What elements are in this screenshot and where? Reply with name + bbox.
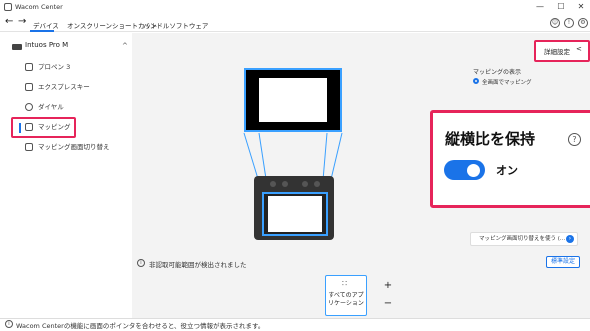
aspect-ratio-highlight-box: [430, 110, 590, 208]
arrow-right-icon: ›: [566, 235, 574, 243]
account-icon[interactable]: ☺: [550, 18, 560, 28]
info-icon: i: [5, 320, 13, 328]
mapping-display-label: マッピングの表示: [473, 69, 522, 76]
sidebar-item-dial[interactable]: ダイヤル: [38, 101, 64, 113]
window-title: Wacom Center: [15, 3, 63, 11]
zoom-out-button[interactable]: −: [382, 298, 394, 310]
status-text: Wacom Centerの機能に画面のポインタを合わせると、役立つ情報が表示され…: [16, 322, 265, 330]
fullscreen-mapping-label: 全画面でマッピング: [482, 80, 532, 86]
tablet-button: [314, 181, 320, 187]
monitor-mapping-frame: [244, 68, 342, 132]
chevron-up-icon[interactable]: ^: [122, 42, 128, 50]
default-settings-button[interactable]: 標準設定: [546, 256, 580, 268]
info-icon: i: [137, 259, 145, 267]
aspect-ratio-title: 縦横比を保持: [445, 130, 536, 148]
sidebar-item-expresskey[interactable]: エクスプレスキー: [38, 81, 90, 93]
fullscreen-mapping-radio[interactable]: [473, 78, 479, 84]
expresskey-icon: [25, 83, 33, 91]
chevron-left-icon: <: [576, 45, 582, 53]
all-apps-label: すべてのアプリケーション: [328, 292, 364, 307]
mapping-switch-icon: [25, 143, 33, 151]
wacom-app-icon: [4, 3, 12, 11]
tab-device[interactable]: デバイス: [33, 20, 59, 30]
tablet-mapped-screen: [268, 196, 322, 232]
info-message: 非認取可能範囲が検出されました: [149, 261, 247, 269]
tablet-device-icon: [12, 44, 22, 50]
settings-icon[interactable]: ⚙: [578, 18, 588, 28]
device-name[interactable]: Intuos Pro M: [25, 41, 68, 49]
maximize-button[interactable]: ☐: [556, 2, 566, 12]
tablet-button: [302, 181, 308, 187]
grid-icon: ∷: [342, 279, 348, 288]
sidebar-item-pro-pen-3[interactable]: プロペン 3: [38, 61, 70, 73]
back-arrow-icon[interactable]: ←: [5, 17, 13, 27]
sidebar: [0, 33, 132, 318]
title-bar: [0, 0, 590, 14]
sidebar-item-mapping-switch[interactable]: マッピング画面切り替え: [38, 141, 110, 153]
notification-icon[interactable]: !: [564, 18, 574, 28]
tab-bundled-software[interactable]: バンドルソフトウェア: [143, 20, 208, 30]
tablet-button: [282, 181, 288, 187]
pen-icon: [25, 63, 33, 71]
zoom-in-button[interactable]: +: [382, 280, 394, 292]
toggle-knob: [467, 164, 480, 177]
active-tab-indicator: [30, 30, 54, 32]
help-icon[interactable]: ?: [568, 133, 581, 146]
use-mapping-switch-button[interactable]: マッピング画面切り替えを使う (...: [470, 232, 578, 246]
mapping-highlight-box: [11, 117, 76, 138]
forward-arrow-icon[interactable]: →: [18, 17, 26, 27]
minimize-button[interactable]: —: [535, 2, 545, 12]
tablet-button: [270, 181, 276, 187]
detail-settings-label: 詳細設定: [544, 48, 570, 56]
close-button[interactable]: ✕: [576, 2, 586, 12]
toggle-state-label: オン: [496, 164, 518, 177]
dial-icon: [25, 103, 33, 111]
